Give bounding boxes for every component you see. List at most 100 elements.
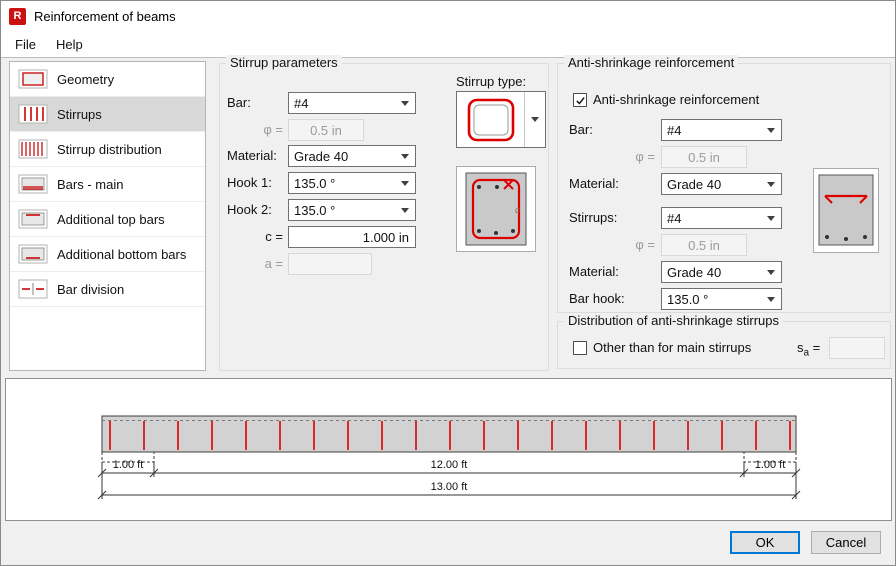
as-material1-label: Material: (569, 176, 619, 191)
as-phi2-display: 0.5 in (661, 234, 747, 256)
stirrup-type-select[interactable] (456, 91, 546, 148)
menu-help[interactable]: Help (46, 31, 93, 57)
bars-main-icon (18, 174, 48, 194)
as-material1-select-value: Grade 40 (667, 176, 722, 192)
chevron-down-icon (767, 127, 775, 133)
titlebar: R Reinforcement of beams (1, 1, 895, 31)
chevron-down-icon (401, 207, 409, 213)
group-title: Distribution of anti-shrinkage stirrups (564, 313, 783, 328)
dim-left-label: 1.00 ft (113, 459, 144, 471)
stirrup-section-drawing: c (465, 172, 527, 246)
sidebar-item-label: Additional bottom bars (57, 246, 187, 262)
window-title: Reinforcement of beams (34, 8, 176, 24)
a-label: a = (264, 256, 283, 271)
chevron-down-icon (767, 269, 775, 275)
anti-shrinkage-checkbox[interactable] (573, 93, 587, 107)
reinforcement-of-beams-dialog: R Reinforcement of beams File Help Geome… (0, 0, 896, 566)
dim-right-label: 1.00 ft (755, 459, 786, 471)
dim-middle-label: 12.00 ft (431, 459, 468, 471)
sidebar-item-additional-top-bars[interactable]: Additional top bars (10, 202, 205, 237)
as-material2-select-value: Grade 40 (667, 264, 722, 280)
sidebar-item-label: Bar division (57, 281, 125, 297)
as-bar-select[interactable]: #4 (661, 119, 782, 141)
sidebar: Geometry Stirrups Stirrup distribution B… (9, 61, 206, 371)
chevron-down-icon (401, 100, 409, 106)
as-material2-select[interactable]: Grade 40 (661, 261, 782, 283)
c-label: c = (265, 229, 283, 244)
bar-division-icon (18, 279, 48, 299)
robot-app-icon: R (9, 7, 26, 25)
a-input (288, 253, 372, 275)
sidebar-item-bar-division[interactable]: Bar division (10, 272, 205, 307)
geometry-icon (18, 69, 48, 89)
stirrup-distribution-icon (18, 139, 48, 159)
sa-input (829, 337, 885, 359)
menubar: File Help (1, 31, 895, 58)
sidebar-item-label: Geometry (57, 71, 115, 87)
sidebar-item-label: Stirrup distribution (57, 141, 162, 157)
stirrup-section-preview: c (456, 166, 536, 252)
as-bar-hook-select-value: 135.0 ° (667, 291, 709, 307)
as-stirrups-label: Stirrups: (569, 210, 618, 225)
chevron-down-icon (767, 215, 775, 221)
additional-bottom-bars-icon (18, 244, 48, 264)
cancel-button[interactable]: Cancel (811, 531, 881, 554)
chevron-down-icon (767, 181, 775, 187)
chevron-down-icon (531, 117, 539, 122)
beam-elevation-drawing: 1.00 ft 12.00 ft 1.00 ft 13.00 ft (97, 415, 801, 500)
stirrup-shape-icon (467, 98, 514, 141)
stirrup-lines (109, 421, 791, 450)
as-stirrups-select[interactable]: #4 (661, 207, 782, 229)
chevron-down-icon (401, 180, 409, 186)
bar-select[interactable]: #4 (288, 92, 416, 114)
hook2-select[interactable]: 135.0 ° (288, 199, 416, 221)
sidebar-item-stirrup-distribution[interactable]: Stirrup distribution (10, 132, 205, 167)
stirrup-type-dropdown-button[interactable] (524, 92, 545, 147)
as-bar-label: Bar: (569, 122, 593, 137)
sa-label: sa = (797, 340, 821, 359)
hook1-select[interactable]: 135.0 ° (288, 172, 416, 194)
chevron-down-icon (767, 296, 775, 302)
bar-select-value: #4 (294, 95, 309, 111)
beam-elevation-panel: 1.00 ft 12.00 ft 1.00 ft 13.00 ft (5, 378, 892, 521)
ok-button[interactable]: OK (730, 531, 800, 554)
phi-display: 0.5 in (288, 119, 364, 141)
anti-shrinkage-checkbox-label: Anti-shrinkage reinforcement (593, 92, 760, 107)
stirrups-icon (18, 104, 48, 124)
sidebar-item-label: Bars - main (57, 176, 124, 192)
material-label: Material: (227, 148, 277, 163)
sidebar-item-additional-bottom-bars[interactable]: Additional bottom bars (10, 237, 205, 272)
bar-label: Bar: (227, 95, 251, 110)
as-bar-select-value: #4 (667, 122, 682, 138)
material-select[interactable]: Grade 40 (288, 145, 416, 167)
c-input[interactable]: 1.000 in (288, 226, 416, 248)
app-icon-letter: R (13, 10, 22, 22)
cover-annotation: c (515, 205, 520, 215)
material-select-value: Grade 40 (294, 148, 349, 164)
menu-file[interactable]: File (5, 31, 46, 57)
sidebar-item-geometry[interactable]: Geometry (10, 62, 205, 97)
hook1-select-value: 135.0 ° (294, 175, 336, 191)
as-stirrups-select-value: #4 (667, 210, 682, 226)
sidebar-item-stirrups[interactable]: Stirrups (10, 97, 205, 132)
sidebar-item-bars-main[interactable]: Bars - main (10, 167, 205, 202)
anti-shrinkage-section-drawing (818, 174, 874, 246)
check-icon (575, 96, 585, 105)
as-bar-hook-label: Bar hook: (569, 291, 625, 306)
as-phi1-label: φ = (635, 149, 655, 164)
as-phi2-label: φ = (635, 237, 655, 252)
anti-shrinkage-section-preview (813, 168, 879, 253)
sidebar-item-label: Stirrups (57, 106, 102, 122)
hook2-select-value: 135.0 ° (294, 202, 336, 218)
other-than-main-stirrups-label: Other than for main stirrups (593, 340, 752, 355)
hook1-label: Hook 1: (227, 175, 272, 190)
other-than-main-stirrups-checkbox[interactable] (573, 341, 587, 355)
dim-total-label: 13.00 ft (431, 481, 468, 493)
chevron-down-icon (401, 153, 409, 159)
as-material1-select[interactable]: Grade 40 (661, 173, 782, 195)
stirrup-type-label: Stirrup type: (456, 74, 527, 89)
phi-label: φ = (263, 122, 283, 137)
sidebar-item-label: Additional top bars (57, 211, 165, 227)
as-bar-hook-select[interactable]: 135.0 ° (661, 288, 782, 310)
hook2-label: Hook 2: (227, 202, 272, 217)
